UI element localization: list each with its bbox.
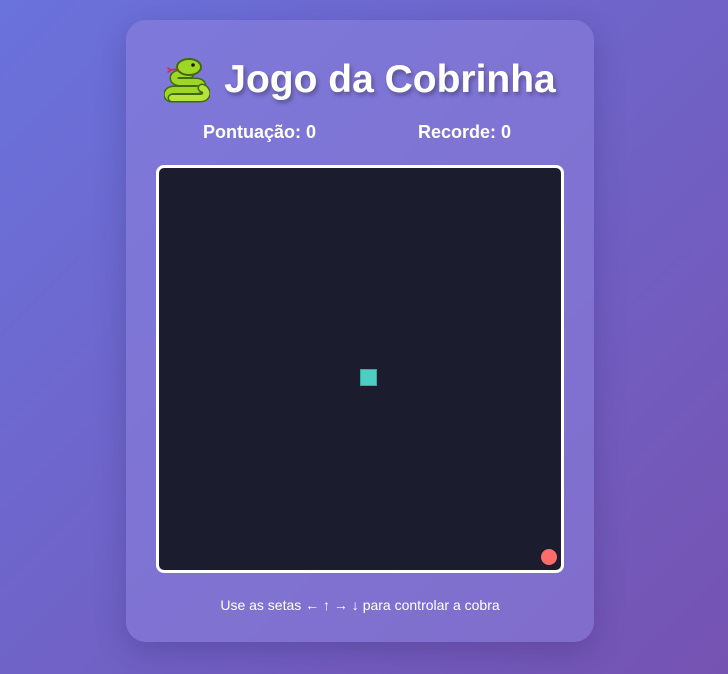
game-board[interactable] — [156, 165, 564, 573]
title-row: Jogo da Cobrinha — [126, 54, 594, 106]
page-title: Jogo da Cobrinha — [224, 58, 556, 101]
snake-head — [360, 369, 377, 386]
instructions-text: Use as setas ← ↑ → ↓ para controlar a co… — [220, 597, 500, 613]
game-card: Jogo da Cobrinha Pontuação: 0 Recorde: 0… — [126, 20, 594, 642]
score-bar: Pontuação: 0 Recorde: 0 — [126, 122, 594, 146]
score-display: Pontuação: 0 — [203, 122, 317, 142]
record-display: Recorde: 0 — [418, 122, 512, 142]
snake-icon — [163, 56, 211, 104]
food-item — [541, 549, 557, 565]
